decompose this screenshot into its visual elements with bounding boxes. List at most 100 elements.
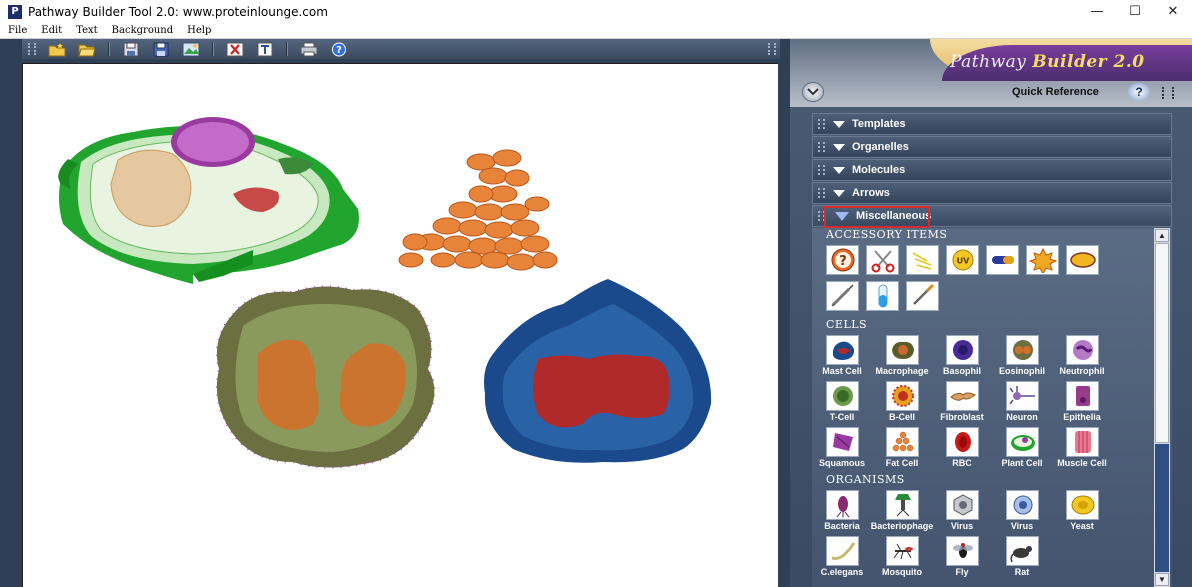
eosinophil-icon	[1006, 335, 1039, 365]
cell-item-b-cell[interactable]: B-Cell	[872, 381, 932, 427]
miscellaneous-library: ACCESSORY ITEMS ? UV CELLS Mast Cell Mac…	[812, 228, 1172, 587]
organism-item-bacteriophage[interactable]: Bacteriophage	[871, 490, 933, 536]
organism-item-yeast[interactable]: Yeast	[1052, 490, 1112, 536]
section-label: Molecules	[852, 164, 906, 176]
toolbar-separator	[286, 42, 288, 56]
toolbar-grip-right[interactable]	[768, 43, 776, 55]
triangle-down-icon	[833, 120, 845, 128]
cell-item-neutrophil[interactable]: Neutrophil	[1052, 335, 1112, 381]
minimize-button[interactable]: —	[1078, 0, 1116, 23]
accessory-item[interactable]	[1052, 245, 1112, 291]
item-label: RBC	[952, 458, 972, 468]
cell-item-fibroblast[interactable]: Fibroblast	[932, 381, 992, 427]
eosinophil-cell-drawing[interactable]	[215, 285, 436, 469]
category-sections: Templates Organelles Molecules Arrows Mi	[812, 113, 1172, 228]
uv-text: UV	[956, 257, 969, 266]
cell-item-mast-cell[interactable]: Mast Cell	[812, 335, 872, 381]
basophil-icon	[946, 335, 979, 365]
mast-cell-icon	[826, 335, 859, 365]
cell-item-basophil[interactable]: Basophil	[932, 335, 992, 381]
squamous-icon	[826, 427, 859, 457]
close-button[interactable]: ✕	[1154, 0, 1192, 23]
svg-text:?: ?	[336, 45, 342, 56]
organism-item-fly[interactable]: Fly	[932, 536, 992, 582]
triangle-down-icon	[833, 189, 845, 197]
library-scrollbar[interactable]: ▲ ▼	[1154, 228, 1170, 587]
organism-item-bacteria[interactable]: Bacteria	[812, 490, 872, 536]
collapse-panel-button[interactable]	[802, 82, 824, 102]
section-miscellaneous[interactable]: Miscellaneous	[812, 205, 1172, 228]
save-as-icon[interactable]	[150, 41, 172, 58]
pipette-icon	[906, 281, 939, 311]
menu-file[interactable]: File	[8, 25, 27, 36]
drawing-canvas[interactable]	[22, 63, 778, 587]
item-label: Macrophage	[875, 366, 929, 376]
pathway-builder-logo: Pathway Builder 2.0	[950, 52, 1145, 72]
accessory-item[interactable]	[892, 281, 952, 327]
print-icon[interactable]	[298, 41, 320, 58]
delete-icon[interactable]	[224, 41, 246, 58]
new-file-icon[interactable]	[46, 41, 68, 58]
cell-item-fat-cell[interactable]: Fat Cell	[872, 427, 932, 473]
svg-text:?: ?	[839, 254, 847, 269]
cell-item-plant-cell[interactable]: Plant Cell	[992, 427, 1052, 473]
virus-icon	[946, 490, 979, 520]
b-cell-icon	[886, 381, 919, 411]
menu-bar: File Edit Text Background Help	[0, 23, 1192, 39]
cell-item-muscle-cell[interactable]: Muscle Cell	[1052, 427, 1112, 473]
cell-item-macrophage[interactable]: Macrophage	[872, 335, 932, 381]
cell-item-t-cell[interactable]: T-Cell	[812, 381, 872, 427]
section-molecules[interactable]: Molecules	[812, 159, 1172, 181]
cell-item-neuron[interactable]: Neuron	[992, 381, 1052, 427]
organism-item-mosquito[interactable]: Mosquito	[872, 536, 932, 582]
organism-item-rat[interactable]: Rat	[992, 536, 1052, 582]
menu-background[interactable]: Background	[112, 25, 173, 36]
neuron-icon	[1006, 381, 1039, 411]
section-grip	[818, 188, 825, 198]
fly-icon	[946, 536, 979, 566]
cell-item-rbc[interactable]: RBC	[932, 427, 992, 473]
triangle-down-icon	[833, 143, 845, 151]
item-label: Bacteria	[824, 521, 860, 531]
maximize-button[interactable]: ☐	[1116, 0, 1154, 23]
organism-item-virus[interactable]: Virus	[932, 490, 992, 536]
save-icon[interactable]	[120, 41, 142, 58]
cell-item-epithelia[interactable]: Epithelia	[1052, 381, 1112, 427]
plant-cell-drawing[interactable]	[58, 117, 359, 284]
quick-reference-label: Quick Reference	[1012, 86, 1099, 98]
organism-item-virus-2[interactable]: Virus	[992, 490, 1052, 536]
quick-reference-help-icon[interactable]: ?	[1128, 83, 1150, 101]
neutrophil-icon	[1066, 335, 1099, 365]
item-label: T-Cell	[829, 412, 855, 422]
help-icon[interactable]: ?	[328, 41, 350, 58]
panel-grip[interactable]	[1162, 87, 1174, 99]
section-arrows[interactable]: Arrows	[812, 182, 1172, 204]
bacteriophage-icon	[886, 490, 919, 520]
t-cell-icon	[826, 381, 859, 411]
accessory-items-title: ACCESSORY ITEMS	[826, 228, 948, 241]
cell-item-squamous[interactable]: Squamous	[812, 427, 872, 473]
cell-item-eosinophil[interactable]: Eosinophil	[992, 335, 1052, 381]
title-bar: P Pathway Builder Tool 2.0: www.proteinl…	[0, 0, 1192, 23]
menu-text[interactable]: Text	[76, 25, 97, 36]
organism-item-c-elegans[interactable]: C.elegans	[812, 536, 872, 582]
toolbar-grip[interactable]	[28, 43, 36, 55]
mast-cell-drawing[interactable]	[484, 279, 712, 463]
section-organelles[interactable]: Organelles	[812, 136, 1172, 158]
oval-icon	[1066, 245, 1099, 275]
section-templates[interactable]: Templates	[812, 113, 1172, 135]
scroll-thumb[interactable]	[1155, 243, 1169, 443]
text-icon[interactable]	[254, 41, 276, 58]
section-label: Templates	[852, 118, 906, 130]
menu-help[interactable]: Help	[187, 25, 211, 36]
scroll-down-icon[interactable]: ▼	[1155, 573, 1169, 586]
menu-edit[interactable]: Edit	[41, 25, 62, 36]
plant-cell-icon	[1006, 427, 1039, 457]
open-folder-icon[interactable]	[76, 41, 98, 58]
section-grip	[818, 119, 825, 129]
scroll-up-icon[interactable]: ▲	[1155, 229, 1169, 242]
fat-cell-cluster-drawing[interactable]	[398, 149, 558, 271]
export-image-icon[interactable]	[180, 41, 202, 58]
muscle-cell-icon	[1066, 427, 1099, 457]
cells-title: CELLS	[826, 318, 868, 331]
